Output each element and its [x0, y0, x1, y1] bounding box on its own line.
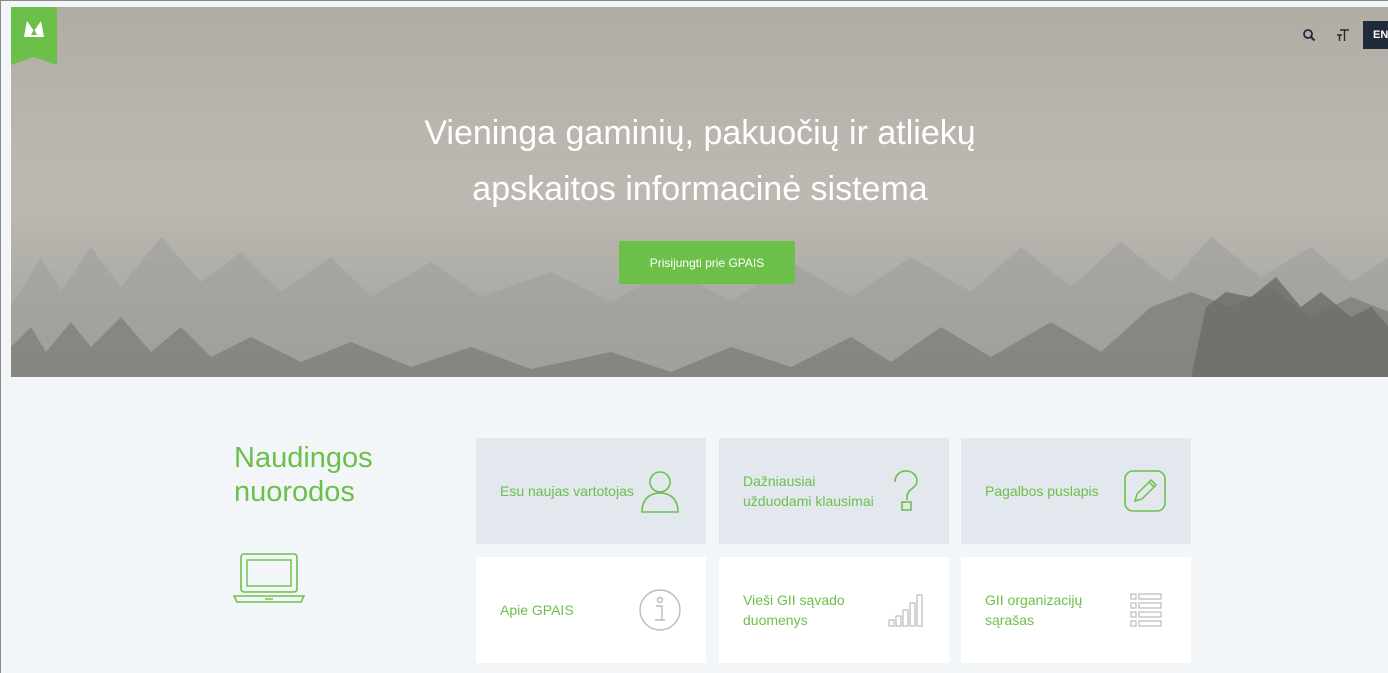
search-icon[interactable]	[1295, 21, 1323, 49]
logo[interactable]	[11, 7, 57, 65]
login-gpais-button[interactable]: Prisijungti prie GPAIS	[619, 241, 795, 284]
card-label: Apie GPAIS	[500, 602, 574, 618]
useful-links-title-line2: nuorodos	[234, 476, 355, 508]
card-label: GII organizacijų sąrašas	[985, 592, 1083, 628]
topbar-actions: EN	[1295, 21, 1388, 49]
card-faq[interactable]: Dažniausiai užduodami klausimai	[719, 438, 949, 544]
card-label: Pagalbos puslapis	[985, 483, 1099, 499]
card-new-user[interactable]: Esu naujas vartotojas	[476, 438, 706, 544]
card-about-gpais[interactable]: Apie GPAIS	[476, 557, 706, 663]
bar-chart-icon	[883, 586, 927, 634]
language-switch-button[interactable]: EN	[1363, 21, 1388, 49]
hero-title-line2: apskaitos informacinė sistema	[472, 170, 928, 208]
card-label: Dažniausiai užduodami klausimai	[743, 473, 874, 509]
card-organizations-list[interactable]: GII organizacijų sąrašas	[961, 557, 1191, 663]
hero-title-line1: Vieninga gaminių, pakuočių ir atliekų	[424, 114, 976, 152]
info-icon	[636, 586, 684, 634]
page: EN Vieninga gaminių, pakuočių ir atliekų…	[0, 0, 1388, 673]
hero-title: Vieninga gaminių, pakuočių ir atliekų ap…	[11, 105, 1388, 217]
useful-links-title-line1: Naudingos	[234, 442, 373, 474]
laptop-icon	[233, 553, 305, 603]
user-icon	[636, 467, 684, 515]
list-icon	[1124, 586, 1169, 634]
hero-banner: EN Vieninga gaminių, pakuočių ir atliekų…	[11, 7, 1388, 377]
card-help-page[interactable]: Pagalbos puslapis	[961, 438, 1191, 544]
useful-links-title: Naudingos nuorodos	[234, 441, 373, 509]
card-public-data[interactable]: Vieši GII sąvado duomenys	[719, 557, 949, 663]
question-icon	[883, 467, 927, 515]
text-size-icon[interactable]	[1329, 21, 1357, 49]
card-label: Esu naujas vartotojas	[500, 483, 634, 499]
pencil-icon	[1121, 467, 1169, 515]
card-label: Vieši GII sąvado duomenys	[743, 592, 845, 628]
